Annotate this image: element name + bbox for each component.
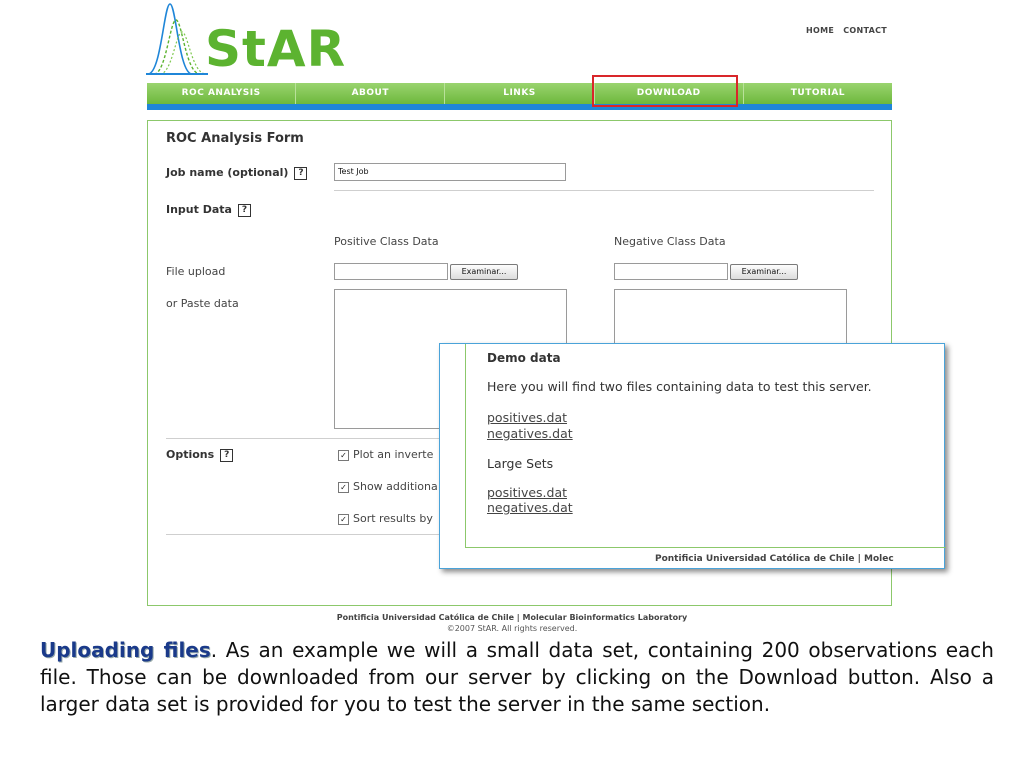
paste-data-label: or Paste data xyxy=(166,297,239,310)
nav-roc-analysis[interactable]: ROC ANALYSIS xyxy=(147,83,297,104)
job-name-row: Job name (optional)? xyxy=(166,166,308,180)
negative-browse-button[interactable]: Examinar... xyxy=(730,264,798,280)
large-sets-label: Large Sets xyxy=(487,456,554,471)
options-label: Options xyxy=(166,448,215,461)
popup-description: Here you will find two files containing … xyxy=(487,379,872,394)
positives-download-link[interactable]: positives.dat xyxy=(487,410,567,425)
checkbox-checked-icon[interactable]: ✓ xyxy=(338,513,349,525)
description-paragraph: Uploading files. As an example we will a… xyxy=(40,637,994,718)
positive-file-input[interactable] xyxy=(334,263,448,280)
negatives-download-link[interactable]: negatives.dat xyxy=(487,426,573,441)
positive-browse-button[interactable]: Examinar... xyxy=(450,264,518,280)
file-upload-label: File upload xyxy=(166,265,226,278)
option-label: Sort results by xyxy=(353,512,433,525)
popup-content-frame: Demo data Here you will find two files c… xyxy=(465,344,946,548)
popup-footer: Pontificia Universidad Católica de Chile… xyxy=(655,554,894,564)
description-title: Uploading files xyxy=(40,638,211,662)
job-name-input[interactable]: Test Job xyxy=(334,163,566,181)
option-item[interactable]: ✓ Plot an inverte xyxy=(338,448,433,461)
large-negatives-download-link[interactable]: negatives.dat xyxy=(487,500,573,515)
option-label: Plot an inverte xyxy=(353,448,434,461)
main-nav: ROC ANALYSIS ABOUT LINKS DOWNLOAD TUTORI… xyxy=(147,83,893,104)
home-link[interactable]: HOME xyxy=(806,26,834,35)
nav-tutorial[interactable]: TUTORIAL xyxy=(743,83,893,104)
negative-file-input[interactable] xyxy=(614,263,728,280)
popup-title: Demo data xyxy=(487,351,561,365)
footer-copyright: ©2007 StAR. All rights reserved. xyxy=(446,624,578,633)
negative-class-header: Negative Class Data xyxy=(614,235,726,248)
large-positives-download-link[interactable]: positives.dat xyxy=(487,485,567,500)
nav-links[interactable]: LINKS xyxy=(445,83,595,104)
input-data-row: Input Data? xyxy=(166,203,251,217)
help-icon[interactable]: ? xyxy=(294,166,308,180)
options-row: Options? xyxy=(166,448,234,462)
nav-about[interactable]: ABOUT xyxy=(296,83,446,104)
form-title: ROC Analysis Form xyxy=(166,131,304,146)
positive-class-header: Positive Class Data xyxy=(334,235,439,248)
input-data-label: Input Data xyxy=(166,203,232,216)
divider xyxy=(334,190,874,191)
logo-text: StAR xyxy=(205,20,347,78)
top-links: HOME CONTACT xyxy=(800,26,887,35)
help-icon[interactable]: ? xyxy=(237,203,251,217)
demo-data-popup: Demo data Here you will find two files c… xyxy=(439,343,946,569)
job-name-label: Job name (optional) xyxy=(166,166,289,179)
help-icon[interactable]: ? xyxy=(220,448,234,462)
contact-link[interactable]: CONTACT xyxy=(843,26,887,35)
checkbox-checked-icon[interactable]: ✓ xyxy=(338,481,349,493)
option-item[interactable]: ✓ Sort results by xyxy=(338,512,433,525)
option-item[interactable]: ✓ Show additiona xyxy=(338,480,438,493)
download-highlight-box xyxy=(592,75,738,107)
footer-institution: Pontificia Universidad Católica de Chile… xyxy=(336,613,688,622)
checkbox-checked-icon[interactable]: ✓ xyxy=(338,449,349,461)
option-label: Show additiona xyxy=(353,480,438,493)
nav-underline-bar xyxy=(147,104,892,110)
